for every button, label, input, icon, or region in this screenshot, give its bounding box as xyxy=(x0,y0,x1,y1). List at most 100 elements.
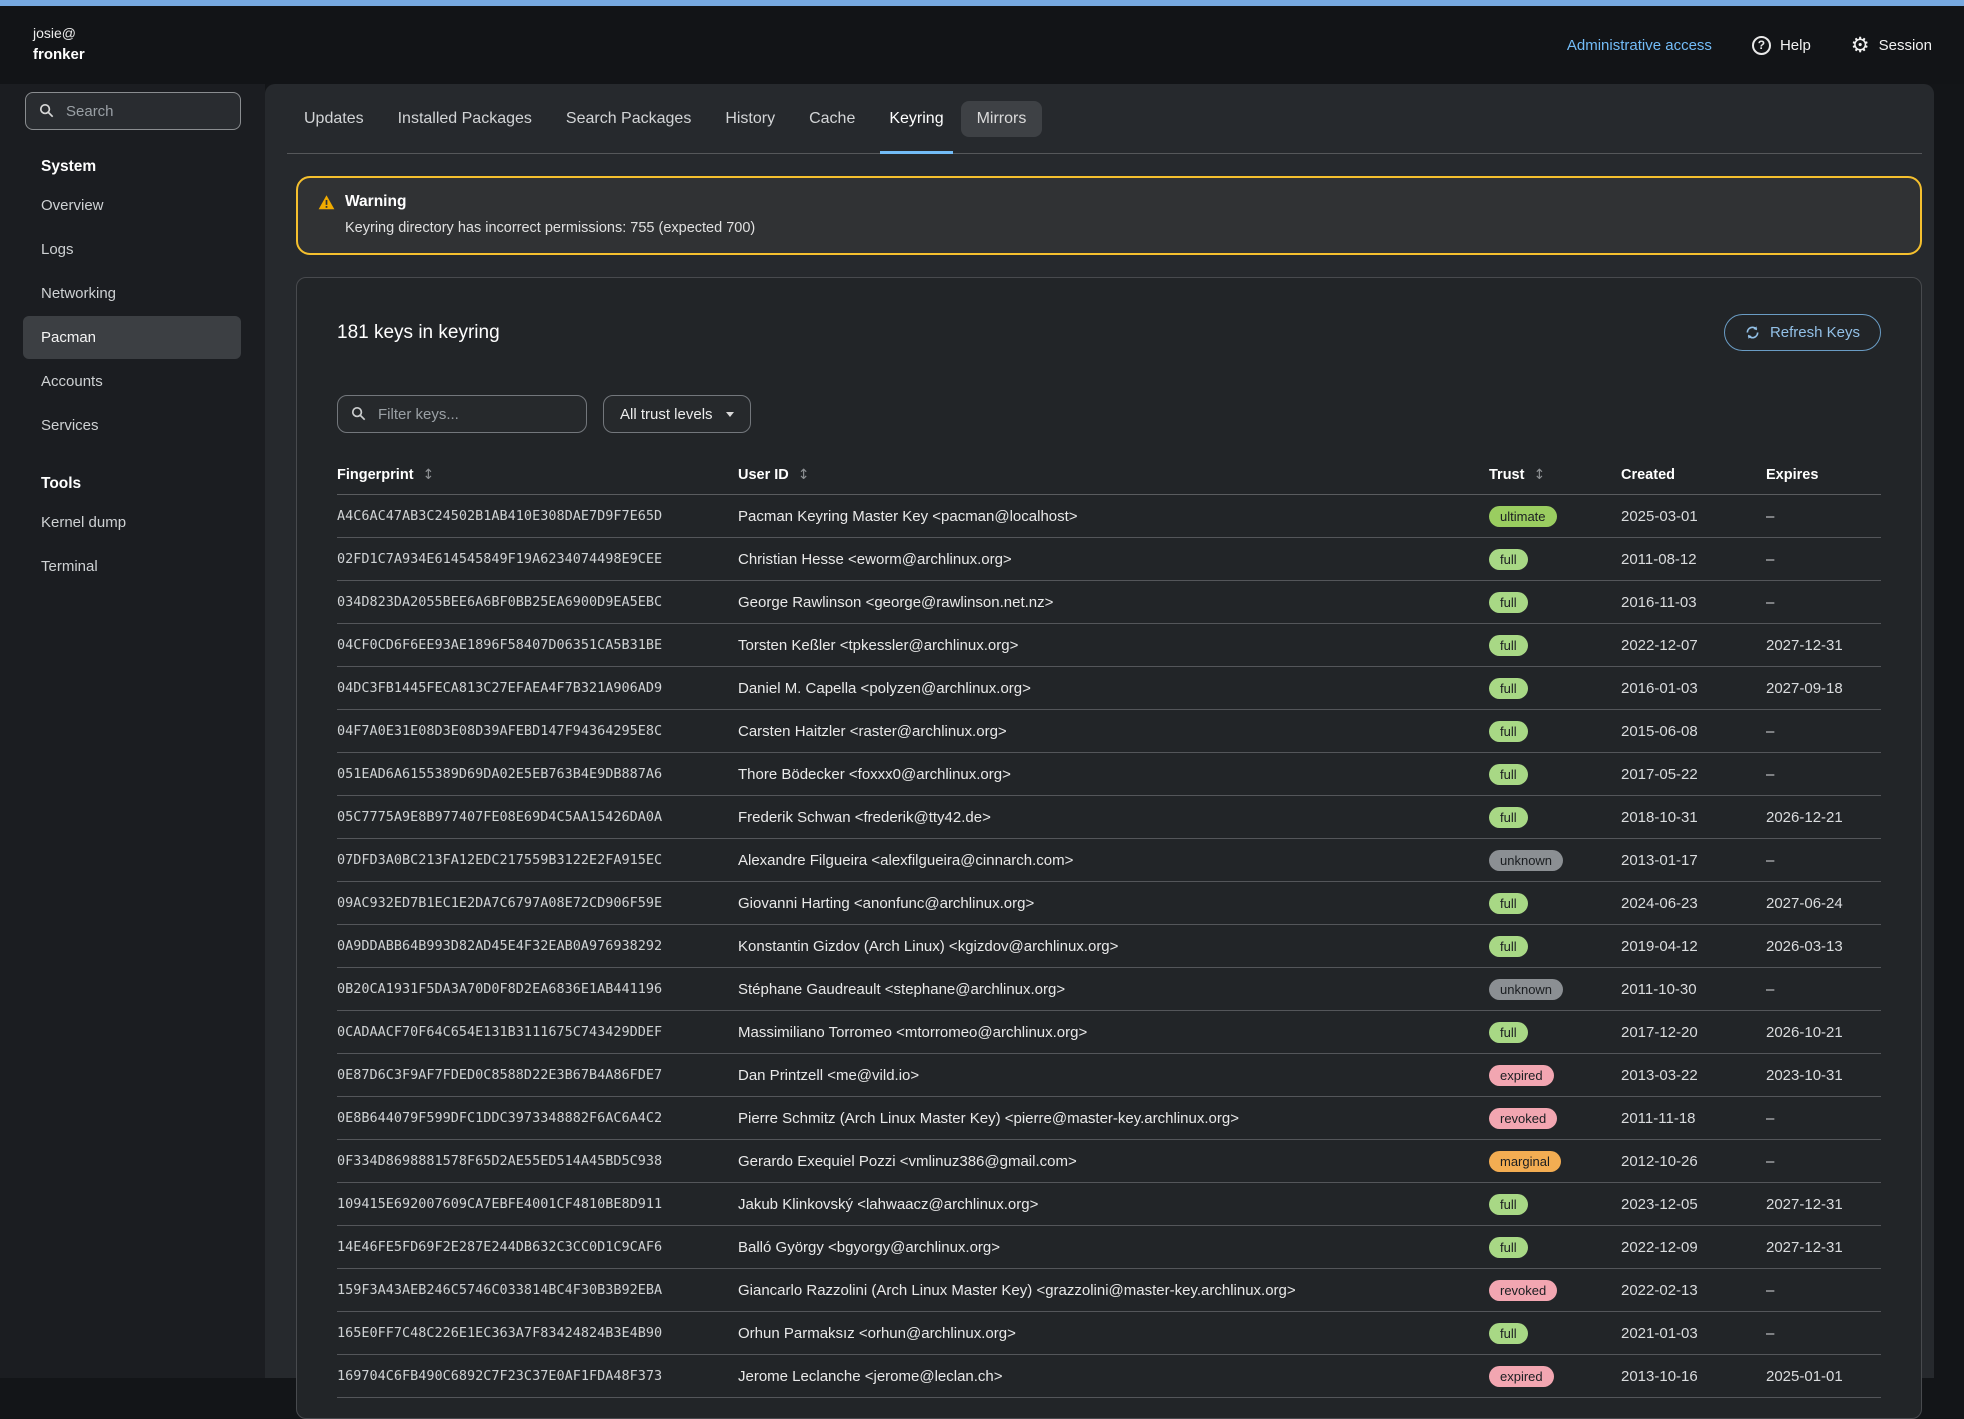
refresh-icon xyxy=(1745,325,1760,340)
trust-badge: expired xyxy=(1489,1366,1554,1387)
sidebar-item-overview[interactable]: Overview xyxy=(23,184,241,227)
created-cell: 2019-04-12 xyxy=(1621,938,1766,955)
user-id-cell: Giancarlo Razzolini (Arch Linux Master K… xyxy=(738,1282,1489,1299)
user-id-cell: Balló György <bgyorgy@archlinux.org> xyxy=(738,1239,1489,1256)
expires-cell: – xyxy=(1766,723,1881,740)
column-header-user-id[interactable]: User ID ↕ xyxy=(738,467,1489,483)
sidebar-item-pacman[interactable]: Pacman xyxy=(23,316,241,359)
user-id-cell: Christian Hesse <eworm@archlinux.org> xyxy=(738,551,1489,568)
column-header-fingerprint[interactable]: Fingerprint↕ xyxy=(337,467,738,483)
created-cell: 2013-10-16 xyxy=(1621,1368,1766,1385)
trust-level-dropdown-label: All trust levels xyxy=(620,406,713,423)
fingerprint-cell: 02FD1C7A934E614545849F19A6234074498E9CEE xyxy=(337,551,738,567)
table-row: 0E87D6C3F9AF7FDED0C8588D22E3B67B4A86FDE7… xyxy=(337,1054,1881,1097)
trust-cell: full xyxy=(1489,592,1621,613)
trust-level-dropdown[interactable]: All trust levels xyxy=(603,395,751,433)
trust-cell: revoked xyxy=(1489,1280,1621,1301)
table-row: 0A9DDABB64B993D82AD45E4F32EAB0A976938292… xyxy=(337,925,1881,968)
trust-cell: full xyxy=(1489,936,1621,957)
table-row: 0CADAACF70F64C654E131B3111675C743429DDEF… xyxy=(337,1011,1881,1054)
warning-message: Keyring directory has incorrect permissi… xyxy=(345,220,1900,236)
trust-cell: full xyxy=(1489,1022,1621,1043)
sidebar-item-networking[interactable]: Networking xyxy=(23,272,241,315)
user-id-cell: Dan Printzell <me@vild.io> xyxy=(738,1067,1489,1084)
trust-badge: full xyxy=(1489,678,1528,699)
trust-cell: full xyxy=(1489,893,1621,914)
tab-cache[interactable]: Cache xyxy=(792,84,872,153)
fingerprint-cell: 04CF0CD6F6EE93AE1896F58407D06351CA5B31BE xyxy=(337,637,738,653)
content-area: Warning Keyring directory has incorrect … xyxy=(265,154,1934,1419)
column-header-trust[interactable]: Trust↕ xyxy=(1489,467,1621,483)
tab-installed-packages[interactable]: Installed Packages xyxy=(381,84,549,153)
tab-keyring[interactable]: Keyring xyxy=(872,84,960,153)
fingerprint-cell: 05C7775A9E8B977407FE08E69D4C5AA15426DA0A xyxy=(337,809,738,825)
created-cell: 2012-10-26 xyxy=(1621,1153,1766,1170)
administrative-access-link[interactable]: Administrative access xyxy=(1567,37,1712,54)
expires-cell: – xyxy=(1766,1153,1881,1170)
session-button[interactable]: Session xyxy=(1851,35,1932,56)
fingerprint-cell: 14E46FE5FD69F2E287E244DB632C3CC0D1C9CAF6 xyxy=(337,1239,738,1255)
table-row: 159F3A43AEB246C5746C033814BC4F30B3B92EBA… xyxy=(337,1269,1881,1312)
sidebar-search-input[interactable] xyxy=(25,92,241,130)
expires-cell: – xyxy=(1766,766,1881,783)
user-id-cell: Carsten Haitzler <raster@archlinux.org> xyxy=(738,723,1489,740)
user-id-cell: Alexandre Filgueira <alexfilgueira@cinna… xyxy=(738,852,1489,869)
expires-cell: 2026-03-13 xyxy=(1766,938,1881,955)
sidebar-item-services[interactable]: Services xyxy=(23,404,241,447)
fingerprint-cell: 0F334D8698881578F65D2AE55ED514A45BD5C938 xyxy=(337,1153,738,1169)
sidebar-item-accounts[interactable]: Accounts xyxy=(23,360,241,403)
fingerprint-cell: 159F3A43AEB246C5746C033814BC4F30B3B92EBA xyxy=(337,1282,738,1298)
sidebar-search xyxy=(25,92,241,130)
tab-mirrors[interactable]: Mirrors xyxy=(961,101,1043,137)
user-id-cell: George Rawlinson <george@rawlinson.net.n… xyxy=(738,594,1489,611)
fingerprint-cell: 169704C6FB490C6892C7F23C37E0AF1FDA48F373 xyxy=(337,1368,738,1384)
expires-cell: 2027-06-24 xyxy=(1766,895,1881,912)
tab-search-packages[interactable]: Search Packages xyxy=(549,84,708,153)
help-label: Help xyxy=(1780,37,1811,54)
tab-history[interactable]: History xyxy=(708,84,792,153)
sidebar-item-terminal[interactable]: Terminal xyxy=(23,545,241,588)
table-row: 0B20CA1931F5DA3A70D0F8D2EA6836E1AB441196… xyxy=(337,968,1881,1011)
help-icon xyxy=(1752,36,1771,55)
trust-badge: full xyxy=(1489,764,1528,785)
expires-cell: – xyxy=(1766,981,1881,998)
refresh-keys-label: Refresh Keys xyxy=(1770,324,1860,341)
created-cell: 2022-12-07 xyxy=(1621,637,1766,654)
help-button[interactable]: Help xyxy=(1752,36,1811,55)
created-cell: 2022-12-09 xyxy=(1621,1239,1766,1256)
fingerprint-cell: A4C6AC47AB3C24502B1AB410E308DAE7D9F7E65D xyxy=(337,508,738,524)
created-cell: 2016-11-03 xyxy=(1621,594,1766,611)
expires-cell: – xyxy=(1766,508,1881,525)
created-cell: 2015-06-08 xyxy=(1621,723,1766,740)
search-icon xyxy=(39,103,54,118)
warning-alert: Warning Keyring directory has incorrect … xyxy=(296,176,1922,255)
table-row: 04CF0CD6F6EE93AE1896F58407D06351CA5B31BE… xyxy=(337,624,1881,667)
trust-badge: unknown xyxy=(1489,850,1563,871)
chevron-down-icon xyxy=(726,412,734,417)
fingerprint-cell: 07DFD3A0BC213FA12EDC217559B3122E2FA915EC xyxy=(337,852,738,868)
created-cell: 2023-12-05 xyxy=(1621,1196,1766,1213)
column-header-expires: Expires xyxy=(1766,467,1881,483)
expires-cell: 2027-12-31 xyxy=(1766,637,1881,654)
sidebar-item-kernel-dump[interactable]: Kernel dump xyxy=(23,501,241,544)
table-row: 165E0FF7C48C226E1EC363A7F83424824B3E4B90… xyxy=(337,1312,1881,1355)
table-row: A4C6AC47AB3C24502B1AB410E308DAE7D9F7E65D… xyxy=(337,495,1881,538)
filter-keys-input[interactable] xyxy=(337,395,587,433)
user-id-cell: Thore Bödecker <foxxx0@archlinux.org> xyxy=(738,766,1489,783)
expires-cell: 2027-12-31 xyxy=(1766,1239,1881,1256)
keys-toolbar: All trust levels xyxy=(337,395,1881,433)
fingerprint-cell: 04DC3FB1445FECA813C27EFAEA4F7B321A906AD9 xyxy=(337,680,738,696)
column-label-user-id: User ID xyxy=(738,467,789,483)
user-id-cell: Massimiliano Torromeo <mtorromeo@archlin… xyxy=(738,1024,1489,1041)
trust-cell: marginal xyxy=(1489,1151,1621,1172)
sidebar-item-logs[interactable]: Logs xyxy=(23,228,241,271)
refresh-keys-button[interactable]: Refresh Keys xyxy=(1724,314,1881,351)
sort-icon: ↕ xyxy=(798,467,810,483)
expires-cell: – xyxy=(1766,551,1881,568)
created-cell: 2016-01-03 xyxy=(1621,680,1766,697)
session-label: Session xyxy=(1879,37,1932,54)
user-id-cell: Daniel M. Capella <polyzen@archlinux.org… xyxy=(738,680,1489,697)
user-id-cell: Giovanni Harting <anonfunc@archlinux.org… xyxy=(738,895,1489,912)
tab-updates[interactable]: Updates xyxy=(287,84,381,153)
trust-cell: full xyxy=(1489,1194,1621,1215)
